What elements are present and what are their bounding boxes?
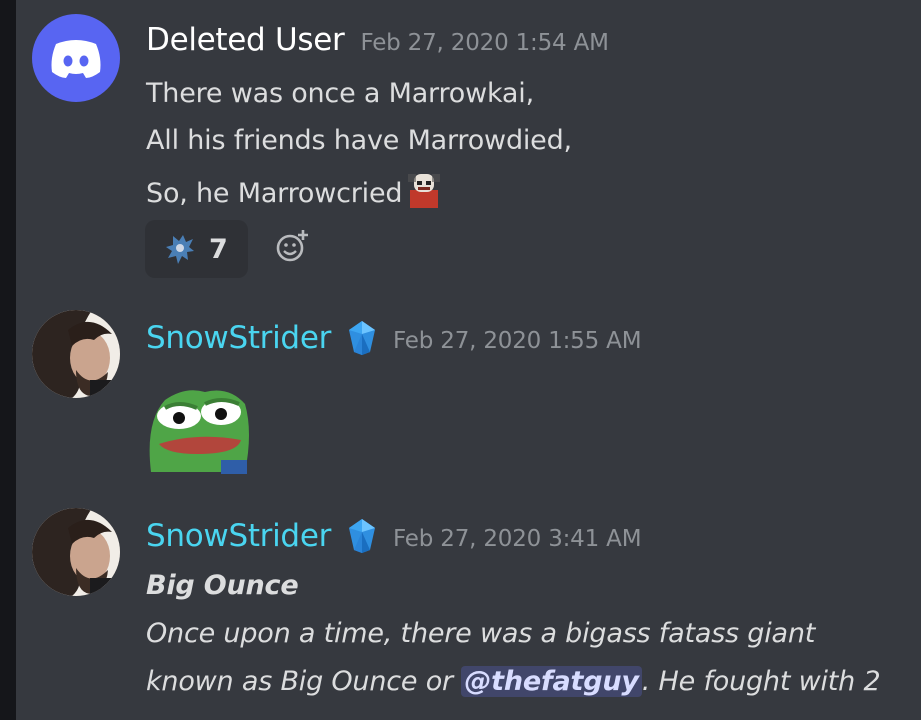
timestamp: Feb 27, 2020 1:55 AM [393, 328, 642, 354]
message-header: SnowStrider Feb 27, 2020 1:55 AM [146, 320, 642, 356]
message-header: SnowStrider Feb 27, 2020 3:41 AM [146, 518, 642, 554]
avatar[interactable] [32, 14, 120, 102]
chat-message-list: Deleted User Feb 27, 2020 1:54 AM There … [16, 0, 921, 720]
timestamp: Feb 27, 2020 1:54 AM [360, 30, 609, 56]
marrowkai-emoji [408, 174, 441, 208]
avatar[interactable] [32, 310, 120, 398]
message-3: SnowStrider Feb 27, 2020 3:41 AM Big Oun… [16, 500, 921, 720]
message-line-with-emoji: So, he Marrowcried [146, 172, 442, 209]
message-title: Big Ounce [146, 570, 299, 601]
user-avatar-image [32, 310, 120, 398]
blue-gem-icon [349, 519, 376, 553]
avatar[interactable] [32, 508, 120, 596]
message-text: . He fought with 2 [641, 666, 881, 697]
user-mention[interactable]: @thefatguy [461, 666, 642, 697]
message-line: There was once a Marrowkai, [146, 78, 534, 109]
message-line: All his friends have Marrowdied, [146, 125, 572, 156]
message-2: SnowStrider Feb 27, 2020 1:55 AM [16, 300, 921, 500]
message-line: Once upon a time, there was a bigass fat… [146, 618, 816, 649]
message-text: So, he Marrowcried [146, 178, 403, 209]
message-1: Deleted User Feb 27, 2020 1:54 AM There … [16, 0, 921, 300]
message-header: Deleted User Feb 27, 2020 1:54 AM [146, 22, 609, 58]
username[interactable]: Deleted User [146, 22, 345, 58]
discord-logo-icon [51, 40, 101, 78]
message-line-with-mention: known as Big Ounce or @thefatguy. He fou… [146, 666, 881, 697]
message-text: known as Big Ounce or [146, 666, 462, 697]
username[interactable]: SnowStrider [146, 518, 331, 554]
user-avatar-image [32, 508, 120, 596]
add-reaction-icon[interactable] [274, 228, 310, 264]
reaction-button[interactable]: 7 [145, 220, 248, 278]
reaction-count: 7 [209, 233, 228, 265]
username[interactable]: SnowStrider [146, 320, 331, 356]
pepe-frog-emoji [149, 390, 249, 474]
blue-gem-icon [349, 321, 376, 355]
marrowkai-reaction-emoji [166, 235, 194, 264]
timestamp: Feb 27, 2020 3:41 AM [393, 526, 642, 552]
